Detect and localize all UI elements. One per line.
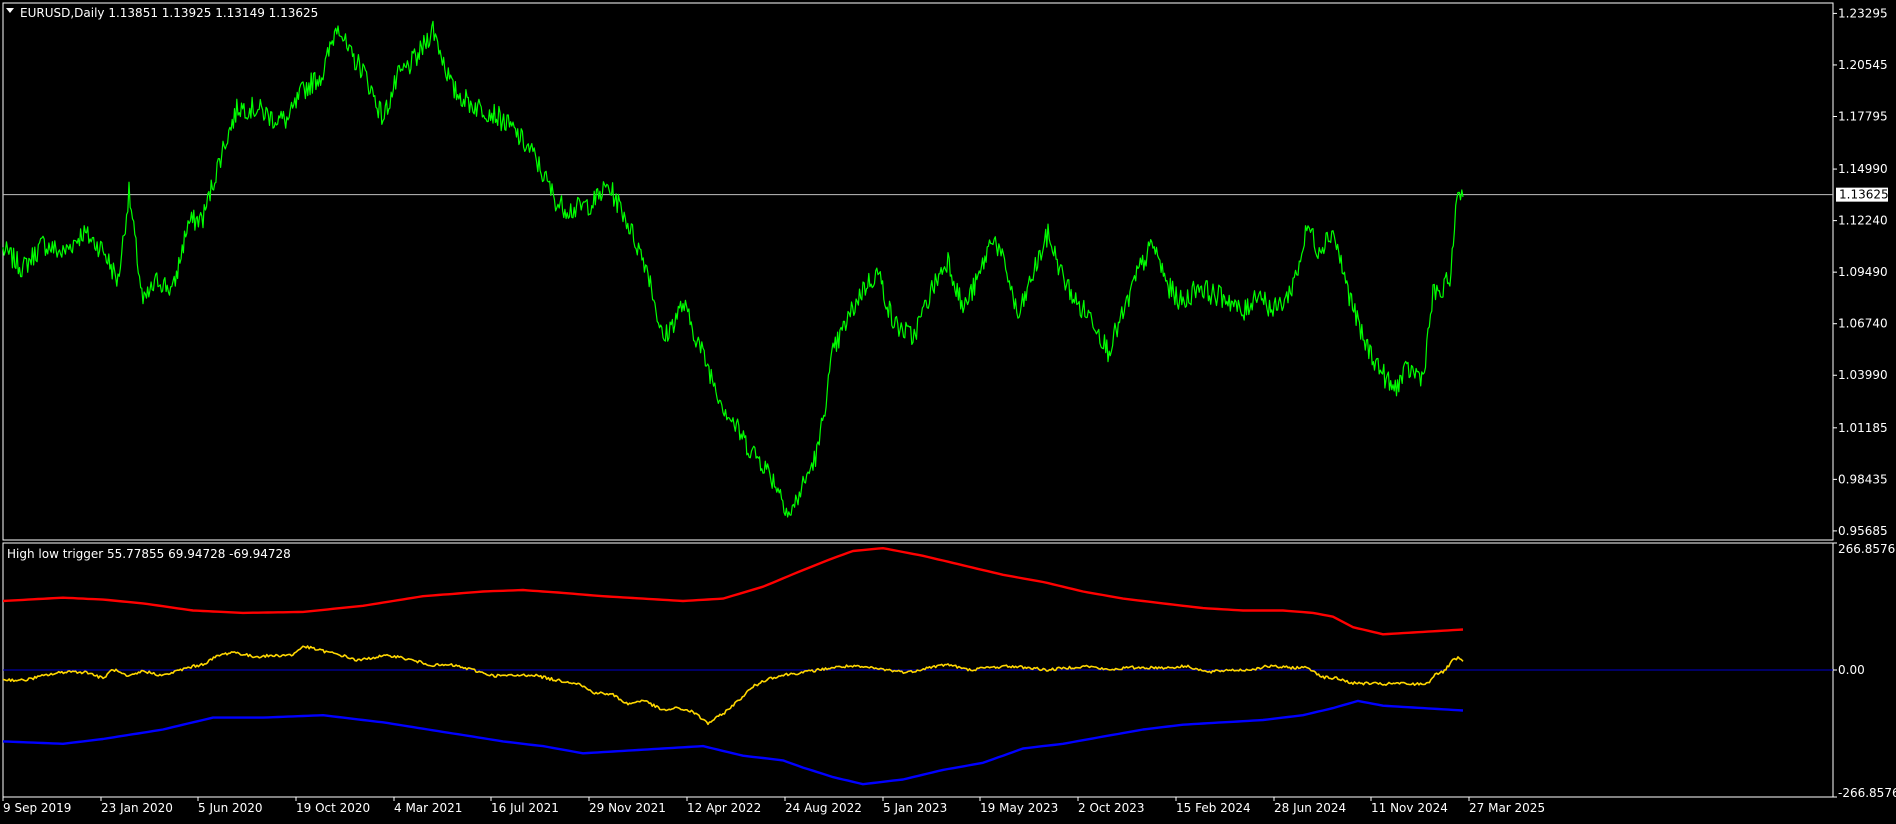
price-tick-label: 0.98435 (1838, 472, 1888, 486)
price-tick-label: 0.95685 (1838, 524, 1888, 538)
time-tick-label: 4 Mar 2021 (394, 801, 462, 815)
price-tick-label: 1.23295 (1838, 6, 1888, 20)
time-tick-label: 15 Feb 2024 (1176, 801, 1251, 815)
time-tick-label: 2 Oct 2023 (1078, 801, 1145, 815)
price-tick-label: 1.14990 (1838, 162, 1888, 176)
time-tick-label: 5 Jan 2023 (883, 801, 947, 815)
current-price-label: 1.13625 (1839, 188, 1889, 202)
time-tick-label: 16 Jul 2021 (491, 801, 559, 815)
price-tick-label: 1.03990 (1838, 368, 1888, 382)
time-tick-label: 29 Nov 2021 (589, 801, 666, 815)
time-tick-label: 9 Sep 2019 (3, 801, 71, 815)
symbol-header[interactable]: EURUSD,Daily 1.13851 1.13925 1.13149 1.1… (6, 6, 318, 20)
price-tick-label: 1.12240 (1838, 214, 1888, 228)
indicator-tick-label: 266.85769 (1838, 542, 1896, 556)
price-tick-label: 1.17795 (1838, 109, 1888, 123)
time-tick-label: 19 Oct 2020 (296, 801, 370, 815)
price-tick-label: 1.09490 (1838, 265, 1888, 279)
chart-canvas[interactable]: 1.23295 1.20545 1.17795 1.14990 1.12240 1.094… (0, 0, 1896, 820)
symbol-header-text: EURUSD,Daily 1.13851 1.13925 1.13149 1.1… (20, 6, 318, 20)
time-tick-label: 23 Jan 2020 (101, 801, 173, 815)
indicator-tick-label: 0.00 (1838, 663, 1865, 677)
indicator-tick-label: -266.85769 (1838, 786, 1896, 800)
time-tick-label: 5 Jun 2020 (198, 801, 263, 815)
time-tick-label: 11 Nov 2024 (1371, 801, 1448, 815)
time-tick-label: 19 May 2023 (980, 801, 1058, 815)
time-tick-label: 27 Mar 2025 (1469, 801, 1545, 815)
time-tick-label: 12 Apr 2022 (687, 801, 761, 815)
indicator-header-text: High low trigger 55.77855 69.94728 -69.9… (7, 547, 291, 561)
price-tick-label: 1.20545 (1838, 58, 1888, 72)
mt4-chart-window[interactable]: 1.23295 1.20545 1.17795 1.14990 1.12240 1.094… (0, 0, 1896, 820)
price-tick-label: 1.01185 (1838, 421, 1888, 435)
price-tick-label: 1.06740 (1838, 317, 1888, 331)
time-tick-label: 28 Jun 2024 (1274, 801, 1346, 815)
time-tick-label: 24 Aug 2022 (785, 801, 862, 815)
